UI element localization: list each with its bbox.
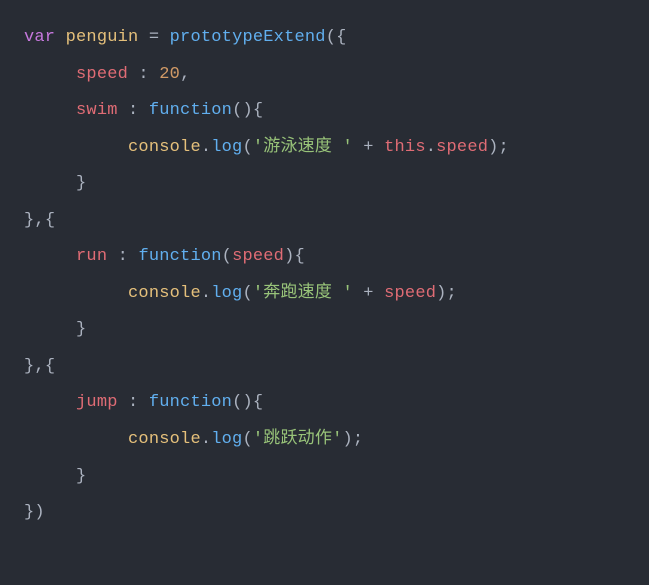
brace-close: } [76, 467, 86, 486]
brace-open: { [253, 393, 263, 412]
console: console [128, 284, 201, 303]
op-eq: = [138, 28, 169, 47]
brace-close: } [24, 211, 34, 230]
num-20: 20 [159, 65, 180, 84]
param-speed: speed [232, 247, 284, 266]
prop-swim: swim [76, 101, 118, 120]
console: console [128, 430, 201, 449]
comma: , [180, 65, 190, 84]
keyword-var: var [24, 28, 55, 47]
paren-close: ) [284, 247, 294, 266]
this-speed: speed [436, 138, 488, 157]
prop-run: run [76, 247, 107, 266]
brace-close: } [76, 174, 86, 193]
str-jump: '跳跃动作' [253, 430, 343, 449]
param-ref: speed [384, 284, 436, 303]
paren-open: ( [222, 247, 232, 266]
punct-close: }) [24, 503, 45, 522]
this: this [384, 138, 426, 157]
brace-open: { [253, 101, 263, 120]
dot: . [201, 138, 211, 157]
punct-open: ({ [326, 28, 347, 47]
dot: . [201, 430, 211, 449]
dot: . [201, 284, 211, 303]
fn-call: prototypeExtend [170, 28, 326, 47]
comma: , [34, 357, 44, 376]
brace-open: { [295, 247, 305, 266]
plus: + [353, 138, 384, 157]
log: log [211, 284, 242, 303]
prop-speed: speed [76, 65, 128, 84]
comma: , [34, 211, 44, 230]
plus: + [353, 284, 384, 303]
log: log [211, 138, 242, 157]
close-semi: ); [342, 430, 363, 449]
prop-jump: jump [76, 393, 118, 412]
sep: : [128, 65, 159, 84]
keyword-function: function [149, 101, 232, 120]
dot: . [426, 138, 436, 157]
close-semi: ); [488, 138, 509, 157]
console: console [128, 138, 201, 157]
sep: : [107, 247, 138, 266]
brace-close: } [76, 320, 86, 339]
args: () [232, 393, 253, 412]
var-name: penguin [66, 28, 139, 47]
brace-open: { [45, 211, 55, 230]
sep: : [118, 101, 149, 120]
args: () [232, 101, 253, 120]
brace-open: { [45, 357, 55, 376]
str-run: '奔跑速度 ' [253, 284, 353, 303]
paren-open: ( [242, 430, 252, 449]
str-swim: '游泳速度 ' [253, 138, 353, 157]
keyword-function: function [149, 393, 232, 412]
code-block: var penguin = prototypeExtend({ speed : … [0, 0, 649, 552]
paren-open: ( [242, 138, 252, 157]
keyword-function: function [138, 247, 221, 266]
close-semi: ); [436, 284, 457, 303]
sep: : [118, 393, 149, 412]
log: log [211, 430, 242, 449]
paren-open: ( [242, 284, 252, 303]
brace-close: } [24, 357, 34, 376]
